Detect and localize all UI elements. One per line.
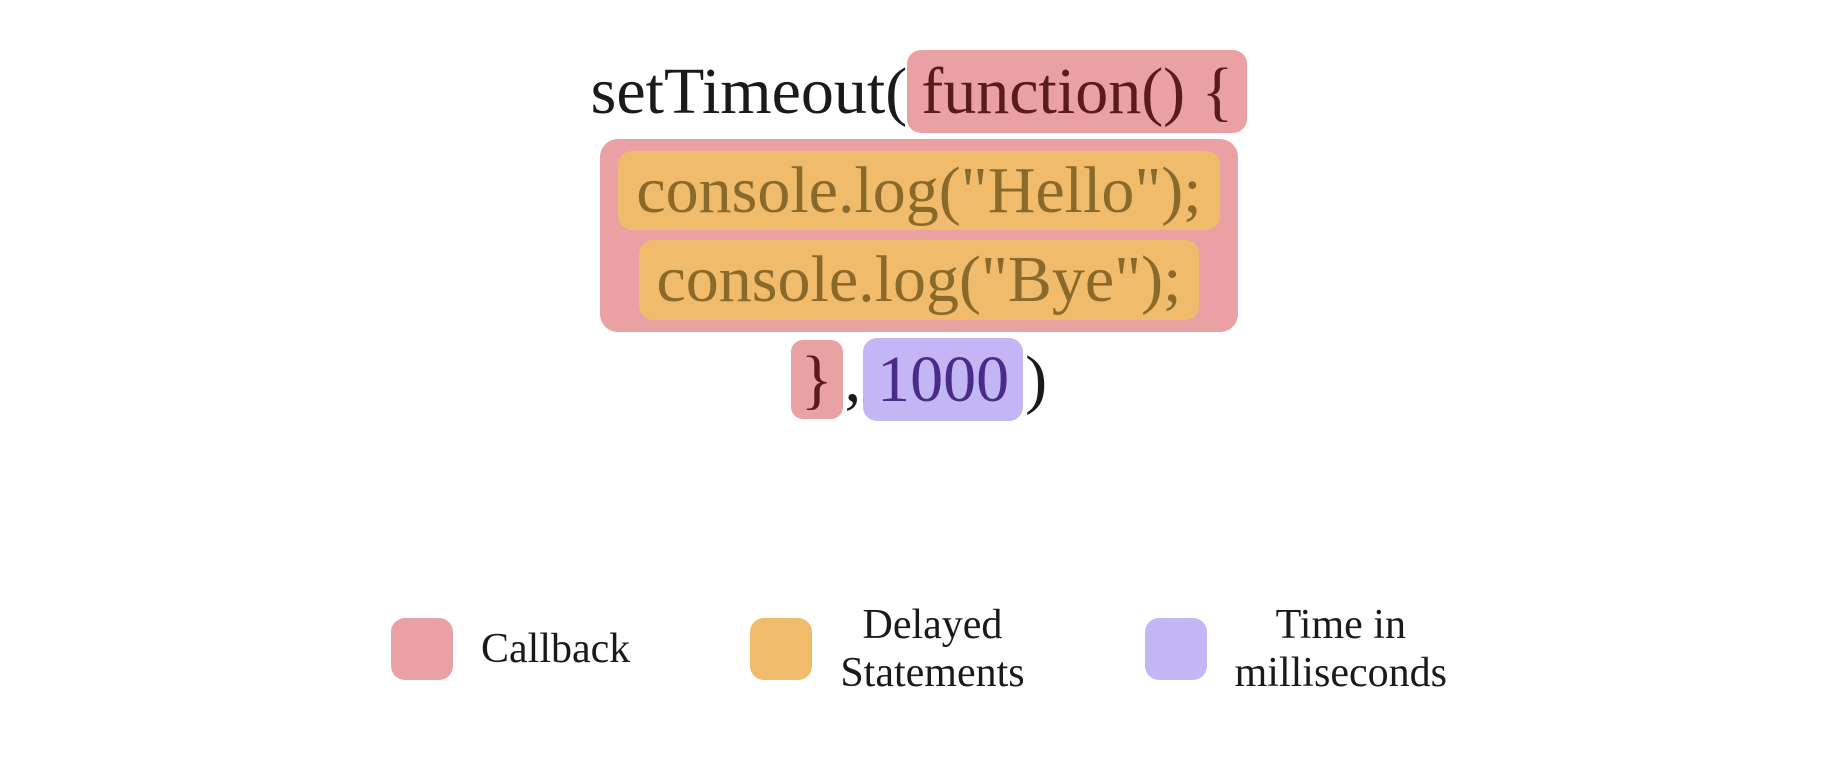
legend-item-time: Time in milliseconds: [1145, 601, 1447, 698]
code-line-1: setTimeout( function() {: [591, 50, 1248, 133]
close-paren-token: ): [1025, 340, 1047, 419]
legend-label-delayed: Delayed Statements: [840, 601, 1024, 698]
legend-item-callback: Callback: [391, 618, 630, 680]
delayed-statement-1: console.log("Hello");: [618, 151, 1219, 230]
delayed-statement-2: console.log("Bye");: [639, 240, 1200, 319]
legend-item-delayed: Delayed Statements: [750, 601, 1024, 698]
legend-label-time: Time in milliseconds: [1235, 601, 1447, 698]
settimeout-token: setTimeout(: [591, 52, 908, 131]
swatch-callback: [391, 618, 453, 680]
legend-label-callback: Callback: [481, 625, 630, 673]
callback-open-highlight: function() {: [907, 50, 1247, 133]
legend-delayed-line1: Delayed: [863, 602, 1003, 648]
swatch-delayed: [750, 618, 812, 680]
legend-delayed-line2: Statements: [840, 650, 1024, 696]
code-line-4: } , 1000 ): [791, 338, 1047, 421]
time-value-highlight: 1000: [863, 338, 1023, 421]
settimeout-diagram: setTimeout( function() { console.log("He…: [0, 0, 1838, 758]
code-block: setTimeout( function() { console.log("He…: [591, 50, 1248, 421]
swatch-time: [1145, 618, 1207, 680]
callback-close-brace-highlight: }: [791, 340, 843, 419]
legend-time-line2: milliseconds: [1235, 650, 1447, 696]
callback-body-highlight: console.log("Hello"); console.log("Bye")…: [600, 139, 1237, 331]
comma-token: ,: [845, 340, 862, 419]
legend: Callback Delayed Statements Time in mill…: [391, 601, 1447, 698]
legend-time-line1: Time in: [1276, 602, 1406, 648]
